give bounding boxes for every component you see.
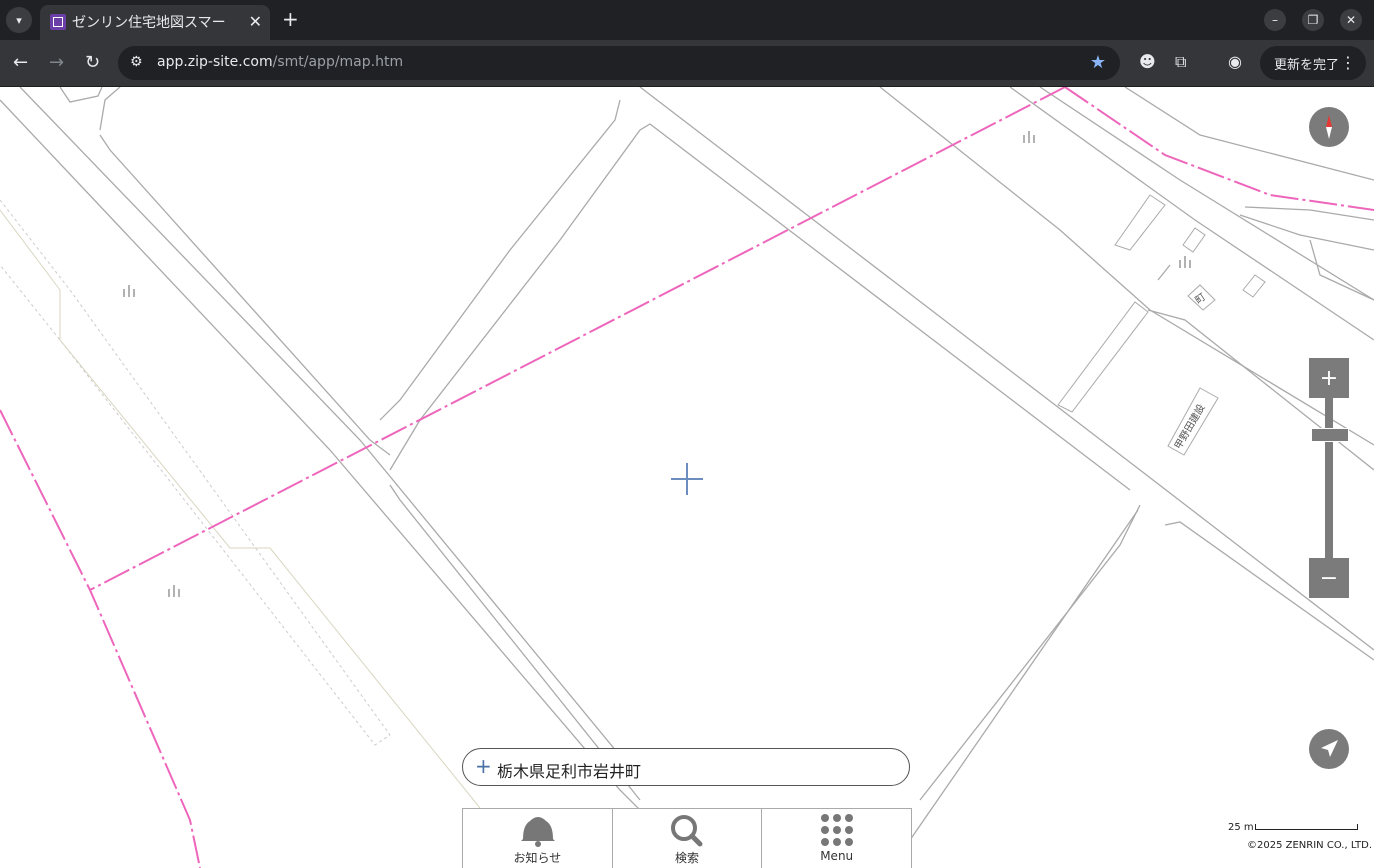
map-label-a: 町 xyxy=(1193,292,1208,307)
url-text[interactable]: app.zip-site.com/smt/app/map.htm xyxy=(157,54,403,70)
location-arrow-icon xyxy=(1321,740,1338,757)
menu-item-search[interactable]: 検索 xyxy=(613,809,763,868)
close-window-button[interactable]: ✕ xyxy=(1340,9,1362,31)
address-display[interactable]: + 栃木県足利市岩井町 xyxy=(462,748,910,786)
map-label-b: 甲野田建設 xyxy=(1171,402,1207,452)
zoom-in-button[interactable]: + xyxy=(1309,358,1349,398)
forward-button[interactable]: → xyxy=(49,52,64,74)
tab-close-icon[interactable]: ✕ xyxy=(249,12,262,31)
map-canvas[interactable]: 町 甲野田建設 + − + 栃木県足利市岩井町 お知らせ 検索 Menu 25 … xyxy=(0,87,1374,868)
plus-icon: + xyxy=(475,754,492,778)
menu-label-menu: Menu xyxy=(820,849,854,863)
zoom-slider-handle[interactable] xyxy=(1311,428,1349,442)
menu-label-notice: お知らせ xyxy=(513,851,562,865)
browser-title-bar: ▾ ゼンリン住宅地図スマー ✕ + – ❐ ✕ xyxy=(0,0,1374,40)
browser-toolbar: ← → ↻ ⚙ app.zip-site.com/smt/app/map.htm… xyxy=(0,40,1374,87)
menu-dots-icon[interactable]: ⋮ xyxy=(1340,53,1356,72)
site-favicon-icon xyxy=(50,14,66,30)
bookmark-star-icon[interactable]: ★ xyxy=(1090,52,1106,73)
address-bar[interactable]: ⚙ app.zip-site.com/smt/app/map.htm ★ xyxy=(118,46,1120,80)
bottom-menu: お知らせ 検索 Menu xyxy=(462,808,912,868)
map-center-crosshair-icon xyxy=(671,463,703,495)
search-icon xyxy=(670,815,703,847)
browser-tab[interactable]: ゼンリン住宅地図スマー ✕ xyxy=(40,5,270,40)
update-button[interactable]: 更新を完了 ⋮ xyxy=(1260,46,1366,80)
update-label: 更新を完了 xyxy=(1274,57,1340,73)
address-text: 栃木県足利市岩井町 xyxy=(497,762,642,781)
compass-button[interactable] xyxy=(1309,107,1349,147)
menu-item-menu[interactable]: Menu xyxy=(762,809,911,868)
scale-bar xyxy=(1255,824,1358,830)
grid-icon xyxy=(821,814,854,846)
menu-label-search: 検索 xyxy=(675,851,700,865)
extensions-puzzle-icon[interactable]: ⧉ xyxy=(1175,52,1186,72)
back-button[interactable]: ← xyxy=(13,52,28,74)
extension-icon[interactable]: ☻ xyxy=(1139,52,1156,72)
restore-button[interactable]: ❐ xyxy=(1302,9,1324,31)
current-location-button[interactable] xyxy=(1309,729,1349,769)
reload-button[interactable]: ↻ xyxy=(85,52,100,74)
profile-icon[interactable]: ◉ xyxy=(1228,52,1242,72)
site-info-icon[interactable]: ⚙ xyxy=(130,54,143,70)
tab-title: ゼンリン住宅地図スマー xyxy=(72,15,226,31)
compass-icon xyxy=(1326,115,1332,139)
bell-icon xyxy=(521,817,555,847)
zoom-out-button[interactable]: − xyxy=(1309,558,1349,598)
menu-item-notice[interactable]: お知らせ xyxy=(463,809,613,868)
zoom-slider-track[interactable] xyxy=(1325,398,1333,558)
copyright-text: ©2025 ZENRIN CO., LTD. xyxy=(1247,840,1372,851)
minimize-button[interactable]: – xyxy=(1264,9,1286,31)
tab-list-button[interactable]: ▾ xyxy=(6,7,32,33)
scale-label: 25 m xyxy=(1228,822,1254,833)
new-tab-button[interactable]: + xyxy=(282,8,299,30)
